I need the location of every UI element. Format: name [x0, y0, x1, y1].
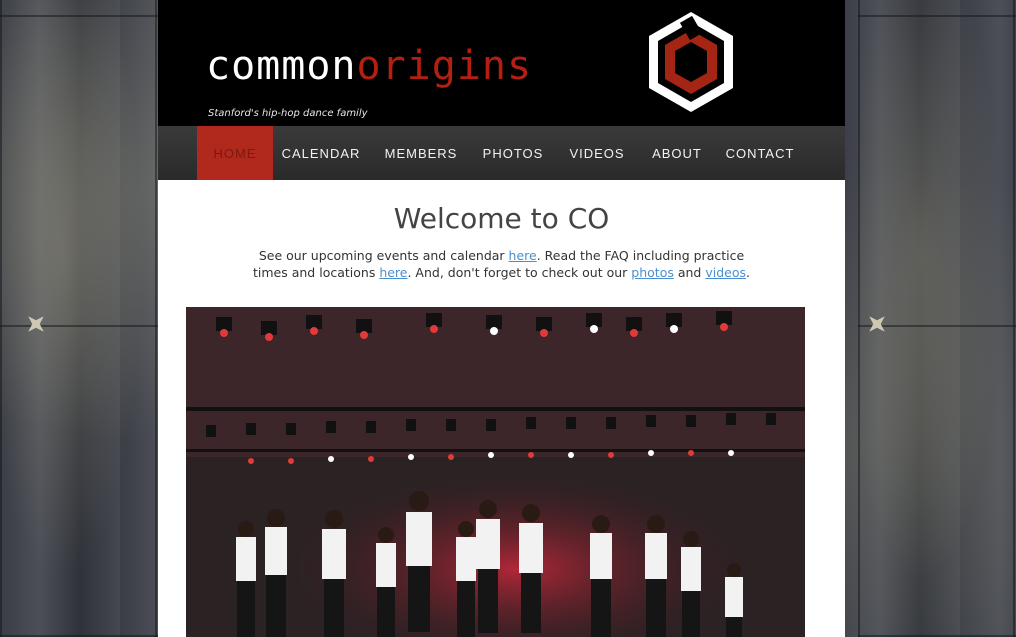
nav-item-about[interactable]: ABOUT: [646, 126, 708, 180]
main-content: Welcome to CO See our upcoming events an…: [158, 202, 845, 281]
nav-item-videos[interactable]: VIDEOS: [564, 126, 630, 180]
nav-item-contact[interactable]: CONTACT: [724, 126, 796, 180]
logo-origins-text: origins: [356, 43, 533, 89]
videos-link[interactable]: videos: [705, 265, 746, 280]
intro-paragraph: See our upcoming events and calendar her…: [252, 247, 752, 281]
intro-text: and: [673, 265, 706, 280]
stage-image: [186, 307, 805, 637]
background-right: [858, 0, 1016, 637]
nav-item-home[interactable]: HOME: [197, 126, 273, 180]
stud-icon: [20, 308, 51, 339]
logo-common-text: common: [206, 43, 357, 89]
intro-text: .: [746, 265, 750, 280]
hexagon-logo-icon[interactable]: [646, 10, 736, 114]
hero-photo: [186, 307, 805, 637]
events-here-link[interactable]: here: [509, 248, 537, 263]
page-title: Welcome to CO: [393, 202, 610, 235]
site-header: commonorigins Stanford's hip-hop dance f…: [158, 0, 845, 126]
site-logo-text[interactable]: commonorigins: [206, 46, 532, 86]
nav-item-calendar[interactable]: CALENDAR: [278, 126, 364, 180]
main-nav: HOME CALENDAR MEMBERS PHOTOS VIDEOS ABOU…: [158, 126, 845, 180]
stud-icon: [861, 308, 892, 339]
intro-text: See our upcoming events and calendar: [258, 248, 509, 263]
intro-text: . And, don't forget to check out our: [407, 265, 632, 280]
nav-item-members[interactable]: MEMBERS: [380, 126, 462, 180]
nav-item-photos[interactable]: PHOTOS: [479, 126, 547, 180]
photos-link[interactable]: photos: [631, 265, 674, 280]
site-tagline: Stanford's hip-hop dance family: [208, 108, 368, 119]
page-container: commonorigins Stanford's hip-hop dance f…: [158, 0, 845, 637]
background-left: [0, 0, 158, 637]
faq-here-link[interactable]: here: [379, 265, 407, 280]
